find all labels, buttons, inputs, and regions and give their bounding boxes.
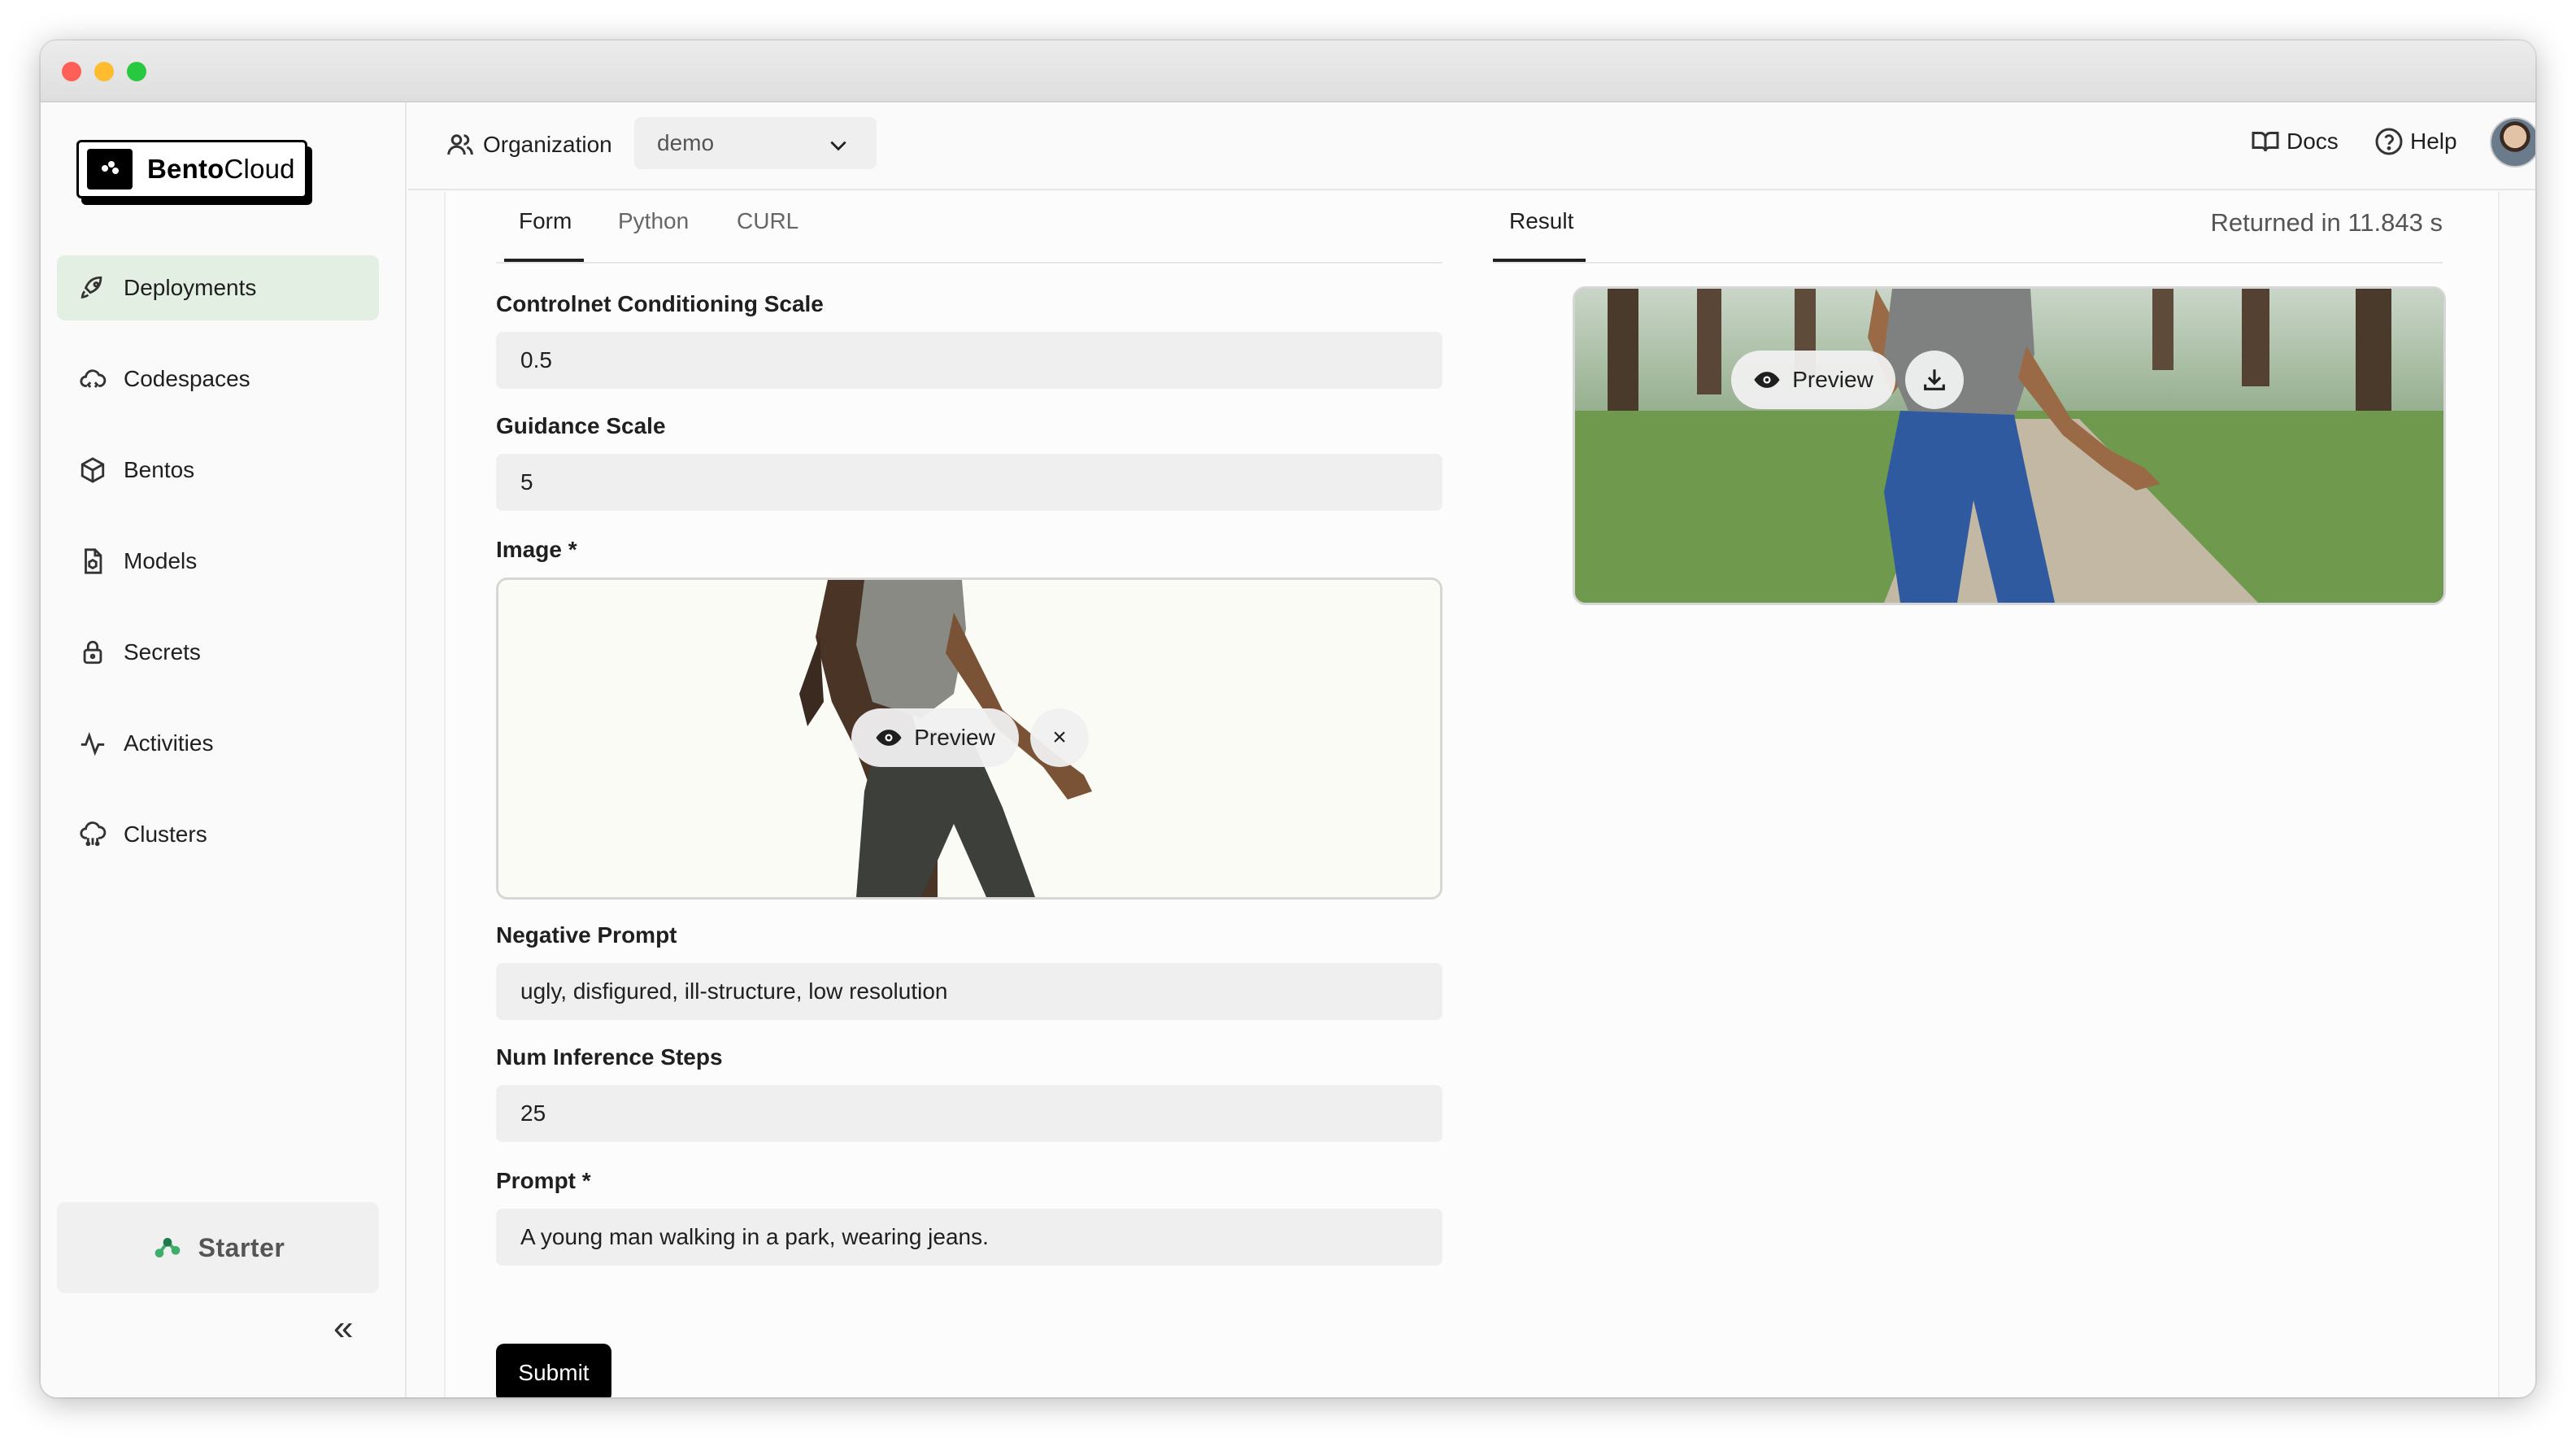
rocket-icon (78, 273, 107, 303)
docs-link[interactable]: Docs (2251, 127, 2339, 156)
prompt-label: Prompt * (496, 1168, 591, 1193)
image-upload[interactable]: Preview × (496, 577, 1442, 900)
result-image[interactable]: Preview (1573, 286, 2446, 605)
model-file-icon (78, 547, 107, 576)
response-time: Returned in 11.843 s (2210, 208, 2443, 237)
plan-starter-button[interactable]: Starter (57, 1202, 379, 1293)
sidebar-item-models[interactable]: Models (57, 529, 379, 594)
top-bar: Organization demo Docs Help (408, 102, 2535, 190)
app-window: BentoCloud Deployments Codespaces Bentos… (41, 41, 2535, 1397)
tab-result[interactable]: Result (1509, 208, 1573, 234)
close-window-button[interactable] (62, 62, 81, 81)
help-circle-icon (2375, 128, 2403, 155)
negative-prompt-label: Negative Prompt (496, 922, 677, 948)
active-tab-indicator (504, 259, 584, 262)
organization-label: Organization (446, 130, 612, 159)
main-panel: Form Python CURL Controlnet Conditioning… (444, 192, 2500, 1397)
image-preview-button[interactable]: Preview (851, 708, 1019, 767)
tab-python[interactable]: Python (618, 208, 689, 234)
eye-icon (1754, 372, 1780, 388)
cloud-code-icon (78, 364, 107, 394)
eye-icon (876, 730, 902, 746)
sidebar-nav: Deployments Codespaces Bentos Models Sec… (57, 255, 379, 893)
close-icon: × (1052, 724, 1067, 751)
cloud-cluster-icon (78, 820, 107, 849)
sidebar-item-activities[interactable]: Activities (57, 711, 379, 776)
download-result-button[interactable] (1905, 351, 1964, 409)
logo-mark-icon (87, 149, 133, 190)
download-icon (1924, 369, 1945, 390)
inference-steps-label: Num Inference Steps (496, 1044, 723, 1070)
guidance-scale-label: Guidance Scale (496, 413, 666, 438)
request-tabs: Form Python CURL (496, 192, 1442, 264)
organization-select[interactable]: demo (634, 117, 877, 169)
sidebar-item-secrets[interactable]: Secrets (57, 620, 379, 685)
box-icon (78, 455, 107, 485)
controlnet-scale-label: Controlnet Conditioning Scale (496, 291, 824, 316)
tab-curl[interactable]: CURL (737, 208, 798, 234)
generated-image (1575, 289, 2443, 603)
remove-image-button[interactable]: × (1030, 708, 1089, 767)
inference-steps-input[interactable]: 25 (496, 1085, 1442, 1142)
maximize-window-button[interactable] (127, 62, 146, 81)
collapse-sidebar-button[interactable]: « (333, 1308, 353, 1349)
negative-prompt-input[interactable]: ugly, disfigured, ill-structure, low res… (496, 963, 1442, 1020)
starter-nodes-icon (154, 1238, 181, 1257)
sidebar-item-codespaces[interactable]: Codespaces (57, 346, 379, 412)
help-link[interactable]: Help (2374, 127, 2457, 156)
sidebar-item-clusters[interactable]: Clusters (57, 802, 379, 867)
sidebar-item-bentos[interactable]: Bentos (57, 438, 379, 503)
activity-icon (78, 729, 107, 758)
user-avatar[interactable] (2490, 117, 2535, 168)
result-preview-button[interactable]: Preview (1731, 351, 1895, 409)
minimize-window-button[interactable] (94, 62, 114, 81)
guidance-scale-input[interactable]: 5 (496, 454, 1442, 511)
book-icon (2252, 132, 2279, 152)
prompt-input[interactable]: A young man walking in a park, wearing j… (496, 1209, 1442, 1266)
sidebar: BentoCloud Deployments Codespaces Bentos… (41, 102, 407, 1397)
chevron-down-icon (830, 141, 846, 151)
tab-form[interactable]: Form (519, 208, 572, 234)
result-tabs: Result Returned in 11.843 s (1493, 192, 2443, 264)
image-label: Image * (496, 537, 577, 562)
sidebar-item-deployments[interactable]: Deployments (57, 255, 379, 320)
result-tab-indicator (1493, 259, 1586, 262)
controlnet-scale-input[interactable]: 0.5 (496, 332, 1442, 389)
submit-button[interactable]: Submit (496, 1344, 611, 1397)
bentocloud-logo[interactable]: BentoCloud (76, 140, 312, 207)
users-icon (447, 134, 473, 155)
title-bar (41, 41, 2535, 102)
lock-icon (78, 638, 107, 667)
